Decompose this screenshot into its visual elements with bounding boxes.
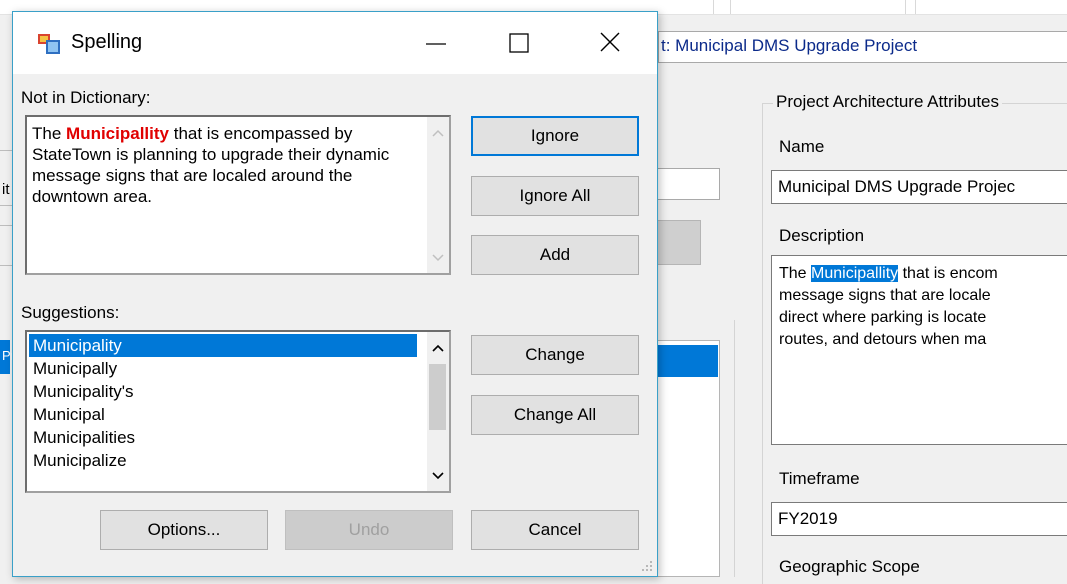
ignore-button[interactable]: Ignore xyxy=(471,116,639,156)
background-left-list[interactable] xyxy=(658,340,720,577)
scrollbar-thumb[interactable] xyxy=(429,364,446,430)
not-in-dictionary-textbox[interactable]: The Municipallity that is encompassed by… xyxy=(25,115,451,275)
maximize-icon xyxy=(509,33,529,53)
suggestion-item[interactable]: Municipality's xyxy=(29,380,417,403)
description-line: The Municipallity that is encom xyxy=(779,265,998,282)
description-line: direct where parking is locate xyxy=(779,309,987,326)
project-title-text: t: Municipal DMS Upgrade Project xyxy=(661,36,918,55)
name-label: Name xyxy=(779,137,825,156)
scroll-down-icon[interactable] xyxy=(432,472,444,480)
description-highlighted-word: Municipallity xyxy=(811,265,899,282)
misspelled-word: Municipallity xyxy=(66,124,169,143)
change-all-button[interactable]: Change All xyxy=(471,395,639,435)
suggestions-listbox[interactable]: Municipality Municipally Municipality's … xyxy=(25,330,451,493)
background-group-border xyxy=(734,320,735,577)
suggestion-item[interactable]: Municipalities xyxy=(29,426,417,449)
dialog-title: Spelling xyxy=(71,31,143,53)
suggestion-item[interactable]: Municipally xyxy=(29,357,417,380)
background-left-input[interactable] xyxy=(658,168,720,200)
scroll-up-icon[interactable] xyxy=(432,129,444,137)
close-button[interactable] xyxy=(583,20,637,66)
ignore-all-button[interactable]: Ignore All xyxy=(471,176,639,216)
description-label: Description xyxy=(779,226,865,245)
architecture-group-legend: Project Architecture Attributes xyxy=(773,92,1002,112)
minimize-icon xyxy=(426,43,446,45)
timeframe-field-value: FY2019 xyxy=(778,509,838,528)
timeframe-label: Timeframe xyxy=(779,469,860,488)
dialog-titlebar[interactable]: Spelling xyxy=(13,12,657,74)
not-in-dictionary-label: Not in Dictionary: xyxy=(21,88,151,107)
scroll-down-icon[interactable] xyxy=(432,254,444,262)
geographic-scope-label: Geographic Scope xyxy=(779,557,920,576)
add-button[interactable]: Add xyxy=(471,235,639,275)
background-left-list-selected-row[interactable] xyxy=(658,345,718,377)
change-button[interactable]: Change xyxy=(471,335,639,375)
background-left-button[interactable] xyxy=(658,220,701,265)
spelling-app-icon xyxy=(38,34,60,54)
scroll-up-icon[interactable] xyxy=(432,344,444,352)
name-field-value: Municipal DMS Upgrade Projec xyxy=(778,177,1016,196)
options-button[interactable]: Options... xyxy=(100,510,268,550)
suggestions-label: Suggestions: xyxy=(21,303,120,322)
description-line: message signs that are locale xyxy=(779,287,991,304)
cancel-button[interactable]: Cancel xyxy=(471,510,639,550)
undo-button[interactable]: Undo xyxy=(285,510,453,550)
description-textarea[interactable]: The Municipallity that is encom message … xyxy=(771,255,1067,445)
not-in-dictionary-text: The Municipallity that is encompassed by… xyxy=(32,124,390,206)
maximize-button[interactable] xyxy=(491,20,545,66)
resize-grip-icon[interactable] xyxy=(641,560,653,572)
suggestions-scrollbar[interactable] xyxy=(427,332,449,491)
description-line: routes, and detours when ma xyxy=(779,331,987,348)
textbox-scrollbar[interactable] xyxy=(427,117,449,273)
suggestion-item[interactable]: Municipalize xyxy=(29,449,417,472)
minimize-button[interactable] xyxy=(408,20,462,66)
background-edge-text: it xyxy=(2,181,10,198)
suggestion-item[interactable]: Municipality xyxy=(29,334,417,357)
close-icon xyxy=(600,32,620,52)
spelling-dialog: Spelling Not in Dictionary: The Municipa… xyxy=(12,11,658,577)
suggestion-item[interactable]: Municipal xyxy=(29,403,417,426)
